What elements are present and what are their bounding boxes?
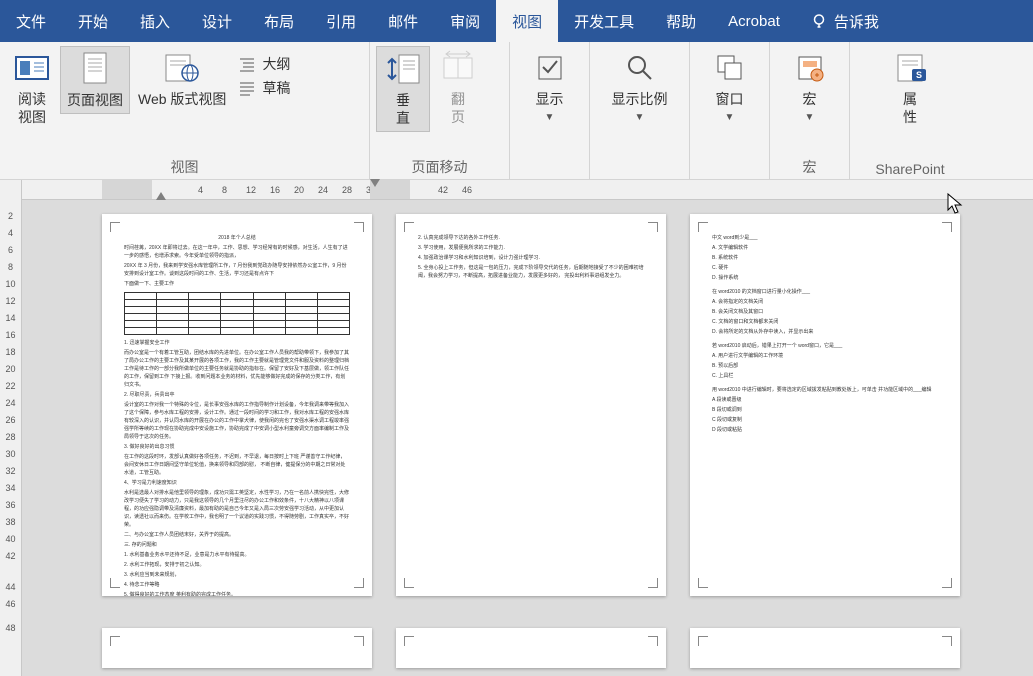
show-button[interactable]: 显示 ▼	[526, 46, 574, 127]
chevron-down-icon: ▼	[545, 112, 555, 123]
tab-home[interactable]: 开始	[62, 0, 124, 42]
lightbulb-icon	[810, 12, 828, 30]
page-1[interactable]: 2018 年个人总结 时间荏苒，20XX 年即将过去。在这一年中，工作、思想、学…	[102, 214, 372, 596]
show-icon	[532, 50, 568, 86]
web-view-icon	[164, 50, 200, 86]
read-view-button[interactable]: 阅读 视图	[6, 46, 58, 130]
tell-me[interactable]: 告诉我	[796, 0, 893, 42]
web-view-button[interactable]: Web 版式视图	[132, 46, 232, 112]
group-views-label: 视图	[6, 153, 363, 179]
tab-mailings[interactable]: 邮件	[372, 0, 434, 42]
page-6[interactable]	[690, 628, 960, 668]
document-canvas[interactable]: 2018 年个人总结 时间荏苒，20XX 年即将过去。在这一年中，工作、思想、学…	[22, 200, 1033, 676]
draft-icon	[238, 79, 256, 97]
horizontal-ruler[interactable]: 8448121620242832364246	[22, 180, 1033, 200]
tab-file[interactable]: 文件	[0, 0, 62, 42]
vertical-ruler[interactable]: 2468101214161820222426283032343638404244…	[0, 180, 22, 676]
tab-design[interactable]: 设计	[186, 0, 248, 42]
tab-help[interactable]: 帮助	[650, 0, 712, 42]
sharepoint-icon: S	[892, 50, 928, 86]
zoom-button[interactable]: 显示比例 ▼	[606, 46, 674, 127]
chevron-down-icon: ▼	[635, 112, 645, 123]
page-3[interactable]: 中文 word到少是___ A. 文学编辑软件B. 系统软件C. 硬件D. 操作…	[690, 214, 960, 596]
page1-table	[124, 292, 350, 335]
tab-layout[interactable]: 布局	[248, 0, 310, 42]
tab-insert[interactable]: 插入	[124, 0, 186, 42]
macro-icon	[792, 50, 828, 86]
tab-developer[interactable]: 开发工具	[558, 0, 650, 42]
page-2[interactable]: 2. 认真完成领导下达的各外工作任务.3. 学习使用，发展便我所求的工作能力.4…	[396, 214, 666, 596]
document-area: 2468101214161820222426283032343638404244…	[0, 180, 1033, 676]
draft-button[interactable]: 草稿	[234, 76, 294, 100]
outline-icon	[238, 55, 256, 73]
sharepoint-button[interactable]: S 属 性	[884, 46, 936, 130]
window-button[interactable]: 窗口 ▼	[706, 46, 754, 127]
tab-view[interactable]: 视图	[496, 0, 558, 42]
vertical-icon	[385, 51, 421, 87]
flip-icon	[440, 50, 476, 86]
tab-references[interactable]: 引用	[310, 0, 372, 42]
ribbon: 阅读 视图 页面视图 Web 版式视图 大纲 草稿 视图	[0, 42, 1033, 180]
window-icon	[712, 50, 748, 86]
read-view-icon	[14, 50, 50, 86]
page-view-button[interactable]: 页面视图	[60, 46, 130, 114]
tab-review[interactable]: 审阅	[434, 0, 496, 42]
tab-bar: 文件 开始 插入 设计 布局 引用 邮件 审阅 视图 开发工具 帮助 Acrob…	[0, 0, 1033, 42]
group-pagemove-label: 页面移动	[376, 153, 503, 179]
chevron-down-icon: ▼	[805, 112, 815, 123]
group-macro-label: 宏	[776, 153, 843, 179]
svg-text:S: S	[916, 70, 922, 80]
macro-button[interactable]: 宏 ▼	[786, 46, 834, 127]
flip-button[interactable]: 翻 页	[432, 46, 484, 130]
vertical-button[interactable]: 垂 直	[376, 46, 430, 132]
zoom-icon	[622, 50, 658, 86]
group-sharepoint-label: SharePoint	[856, 157, 964, 179]
page-5[interactable]	[396, 628, 666, 668]
tab-acrobat[interactable]: Acrobat	[712, 0, 796, 42]
page-view-icon	[77, 51, 113, 87]
chevron-down-icon: ▼	[725, 112, 735, 123]
outline-button[interactable]: 大纲	[234, 52, 294, 76]
page-4[interactable]	[102, 628, 372, 668]
tell-me-label: 告诉我	[834, 11, 879, 32]
